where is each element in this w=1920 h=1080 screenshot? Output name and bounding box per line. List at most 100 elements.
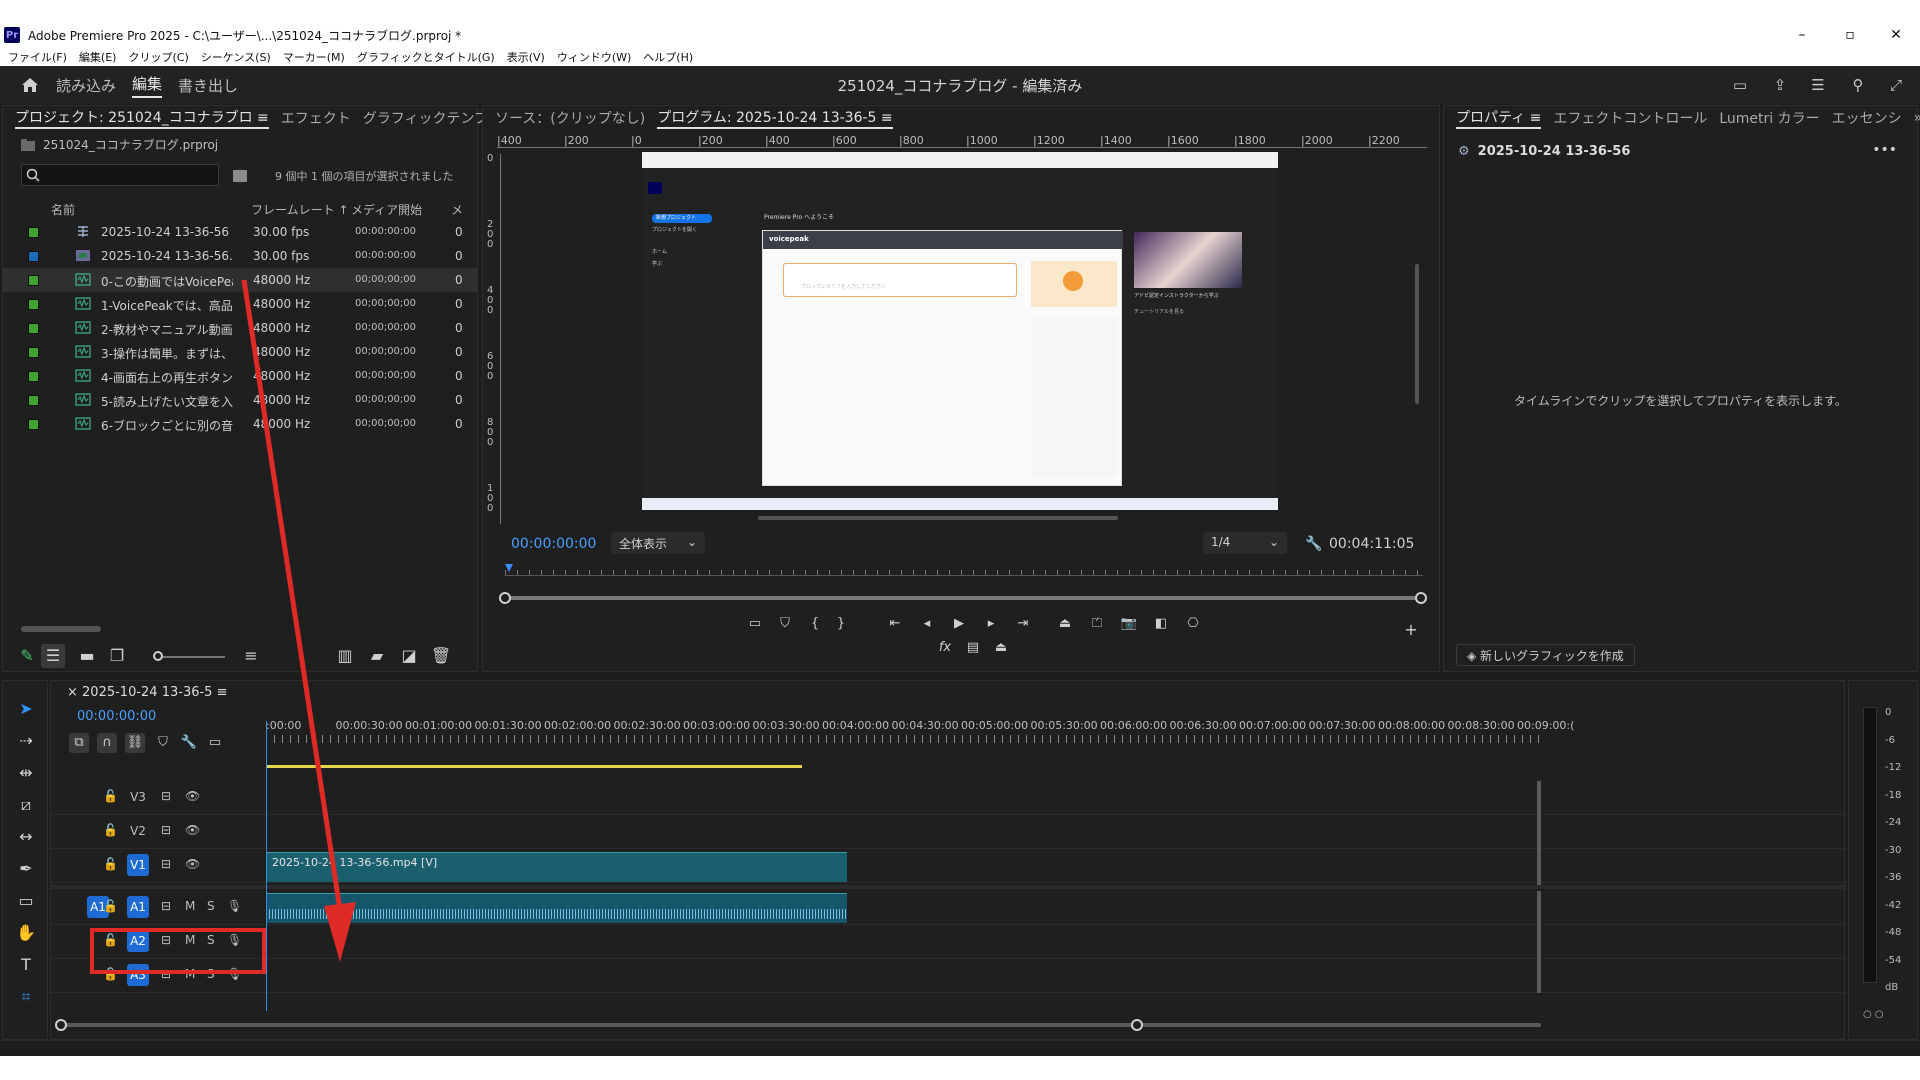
fullscreen-icon[interactable]: ⤢ (1886, 76, 1906, 94)
sync-lock-icon[interactable]: ⊟ (161, 857, 171, 871)
timeline-timecode[interactable]: 00:00:00:00 (77, 709, 156, 724)
menu-graphics[interactable]: グラフィックとタイトル(G) (357, 49, 495, 65)
tab-lumetri[interactable]: Lumetri カラー (1719, 108, 1819, 128)
menu-help[interactable]: ヘルプ(H) (643, 49, 693, 65)
tab-effects[interactable]: エフェクト (281, 108, 351, 128)
comparison-view-icon[interactable]: ◧ (1151, 614, 1171, 634)
search-icon[interactable]: ⚲ (1848, 76, 1868, 94)
sort-icon[interactable]: ≡ (239, 644, 263, 668)
lock-icon[interactable]: 🔓 (103, 857, 118, 873)
mark-out-icon[interactable]: } (831, 614, 851, 634)
audio-clip[interactable] (266, 893, 847, 923)
new-bin-icon[interactable]: ▰ (365, 644, 389, 668)
video-clip[interactable]: 2025-10-24 13-36-56.mp4 [V] (266, 852, 847, 882)
label-color-swatch[interactable] (28, 371, 39, 382)
workspace-export[interactable]: 書き出し (178, 75, 238, 96)
project-hscrollbar[interactable] (21, 626, 101, 632)
monitor-playhead[interactable] (505, 564, 513, 572)
label-color-swatch[interactable] (28, 323, 39, 334)
audio-vscrollbar[interactable] (1537, 891, 1541, 993)
close-button[interactable]: ✕ (1874, 22, 1918, 48)
new-search-bin-icon[interactable] (233, 170, 247, 182)
label-color-swatch[interactable] (28, 251, 39, 262)
track-name-a1[interactable]: A1 (127, 896, 149, 918)
av-divider[interactable] (51, 885, 1846, 889)
export-frame-icon[interactable]: 📷 (1119, 614, 1139, 634)
program-timecode[interactable]: 00:00:00:00 (511, 536, 596, 552)
menu-window[interactable]: ウィンドウ(W) (557, 49, 631, 65)
lift-icon[interactable]: ⏏ (1055, 614, 1075, 634)
progress-icon[interactable]: ☰ (1808, 76, 1828, 94)
step-back-icon[interactable]: ◂ (917, 614, 937, 634)
sync-lock-icon[interactable]: ⊟ (161, 823, 171, 837)
eye-icon[interactable]: 👁 (185, 857, 200, 871)
track-name-v2[interactable]: V2 (127, 820, 149, 842)
sequence-tab[interactable]: × 2025-10-24 13-36-5 ≡ (67, 685, 227, 700)
menu-view[interactable]: 表示(V) (507, 49, 545, 65)
sync-lock-icon[interactable]: ⊟ (161, 899, 171, 913)
label-color-swatch[interactable] (28, 347, 39, 358)
extract-icon[interactable]: ⏍ (1087, 614, 1107, 634)
wrench-icon[interactable]: 🔧 (1305, 536, 1322, 552)
multicam-icon[interactable]: ⎔ (1183, 614, 1203, 634)
vr-icon[interactable]: ▤ (963, 638, 983, 658)
col-framerate[interactable]: フレームレート ↑ (251, 201, 349, 218)
zoom-handle-right[interactable] (1415, 592, 1427, 604)
zoom-handle-left[interactable] (499, 592, 511, 604)
monitor-vscroll[interactable] (1415, 264, 1419, 404)
step-forward-icon[interactable]: ▸ (981, 614, 1001, 634)
more-options-icon[interactable]: ••• (1872, 142, 1897, 158)
trash-icon[interactable]: 🗑 (429, 644, 453, 668)
tab-program[interactable]: プログラム: 2025-10-24 13-36-5 ≡ (657, 107, 893, 129)
project-item-row[interactable]: 3-操作は簡単。まずは、読 48000 Hz 00;00;00;00 0 (3, 340, 477, 364)
mic-icon[interactable]: 🎙 (227, 899, 242, 913)
label-color-swatch[interactable] (28, 299, 39, 310)
menu-sequence[interactable]: シーケンス(S) (201, 49, 271, 65)
lock-icon[interactable]: 🔓 (103, 899, 118, 915)
lock-icon[interactable]: 🔓 (103, 789, 118, 805)
home-icon[interactable] (20, 75, 40, 95)
freeform-view-icon[interactable]: ❐ (105, 644, 129, 668)
mark-in-icon[interactable]: { (805, 614, 825, 634)
col-name[interactable]: 名前 (51, 201, 75, 218)
tab-source[interactable]: ソース：(クリップなし) (495, 108, 645, 128)
label-color-swatch[interactable] (28, 395, 39, 406)
go-to-in-icon[interactable]: ⇤ (885, 614, 905, 634)
project-item-row[interactable]: 6-ブロックごとに別の音声 48000 Hz 00;00;00;00 0 (3, 412, 477, 436)
project-item-row[interactable]: 1-VoicePeakでは、高品質 48000 Hz 00;00;00;00 0 (3, 292, 477, 316)
slip-tool-icon[interactable]: ↔ (14, 825, 38, 849)
snap-icon[interactable]: ∩ (97, 733, 117, 753)
track-select-tool-icon[interactable]: ⇢ (14, 729, 38, 753)
tab-essential[interactable]: エッセンシ (1832, 108, 1902, 128)
track-name-v3[interactable]: V3 (127, 786, 149, 808)
timeline-playhead[interactable] (266, 721, 267, 1011)
sync-lock-icon[interactable]: ⊟ (161, 789, 171, 803)
timeline-hscrollbar[interactable] (61, 1023, 1541, 1027)
menu-clip[interactable]: クリップ(C) (128, 49, 188, 65)
monitor-hscroll[interactable] (758, 516, 1118, 520)
eye-icon[interactable]: 👁 (185, 823, 200, 837)
video-vscrollbar[interactable] (1537, 781, 1541, 885)
label-color-swatch[interactable] (28, 419, 39, 430)
fx-icon[interactable]: fx (935, 638, 955, 658)
ripple-edit-tool-icon[interactable]: ⇹ (14, 761, 38, 785)
program-video-frame[interactable]: 新規プロジェクト プロジェクトを開く ホーム 学ぶ Premiere Pro へ… (642, 152, 1278, 510)
panel-layout-icon[interactable]: ▭ (1730, 76, 1750, 94)
maximize-button[interactable]: ▫ (1828, 22, 1872, 48)
workspace-import[interactable]: 読み込み (56, 75, 116, 96)
work-area-bar[interactable] (266, 765, 802, 768)
label-color-swatch[interactable] (28, 275, 39, 286)
add-marker-icon[interactable]: ⛉ (775, 614, 795, 634)
automate-to-sequence-icon[interactable]: ▥ (333, 644, 357, 668)
tab-properties[interactable]: プロパティ ≡ (1456, 107, 1542, 129)
type-tool-icon[interactable]: T (14, 953, 38, 977)
timeline-zoom-handle-left[interactable] (55, 1019, 67, 1031)
tab-overflow[interactable]: » (1914, 110, 1920, 126)
eye-icon[interactable]: 👁 (185, 789, 200, 803)
project-item-row[interactable]: 2025-10-24 13-36-56 30.00 fps 00:00:00:00 0 (3, 220, 477, 244)
project-search-input[interactable] (21, 164, 219, 186)
monitor-mini-timeline[interactable] (505, 564, 1423, 576)
resolution-dropdown[interactable]: 1/4 ⌄ (1203, 532, 1287, 554)
icon-view-icon[interactable]: ▬ (75, 644, 99, 668)
monitor-zoom-scrollbar[interactable] (505, 596, 1423, 600)
